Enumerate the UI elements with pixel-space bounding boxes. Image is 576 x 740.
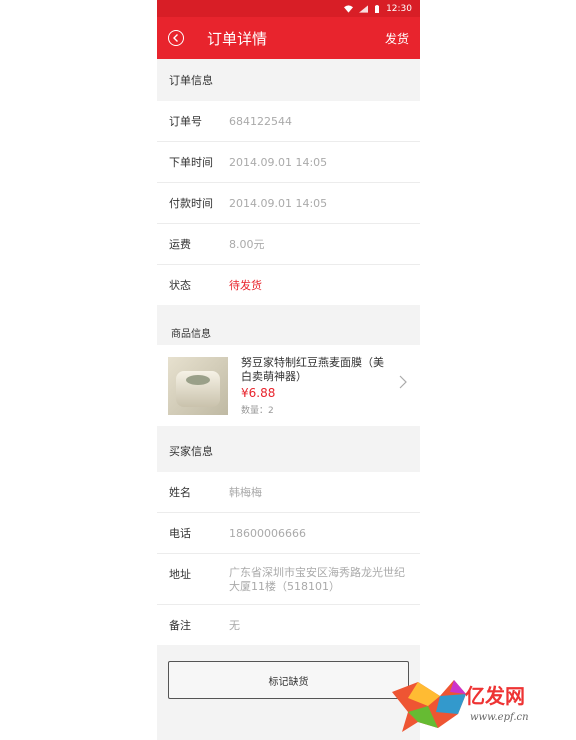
- signal-icon: [359, 4, 369, 13]
- row-label: 下单时间: [169, 156, 213, 169]
- row-label: 备注: [169, 619, 191, 632]
- buyer-row-phone: 电话 18600006666: [157, 513, 420, 554]
- row-label: 地址: [169, 568, 191, 581]
- goods-section-heading: 商品信息: [171, 329, 211, 340]
- row-value: 2014.09.01 14:05: [229, 196, 328, 210]
- row-label: 电话: [169, 527, 191, 540]
- row-value: 广东省深圳市宝安区海秀路龙光世纪大厦11楼（518101）: [229, 566, 405, 593]
- order-row-status: 状态 待发货: [157, 265, 420, 305]
- status-value: 待发货: [229, 279, 262, 292]
- row-value: 韩梅梅: [229, 486, 262, 499]
- row-value: 684122544: [229, 114, 292, 128]
- row-value: 2014.09.01 14:05: [229, 155, 328, 169]
- status-bar: 12:30: [157, 0, 420, 17]
- wifi-icon: [344, 4, 354, 13]
- status-time: 12:30: [386, 3, 412, 14]
- product-thumbnail: [168, 356, 228, 415]
- page-title: 订单详情: [207, 29, 268, 48]
- buyer-row-name: 姓名 韩梅梅: [157, 472, 420, 513]
- back-button[interactable]: [168, 30, 184, 46]
- phone-screen: 12:30 订单详情 发货 订单信息 订单号 684122544 下单时间 20…: [157, 0, 420, 740]
- row-label: 状态: [169, 279, 191, 292]
- chevron-right-icon: [399, 375, 407, 389]
- order-row-pay-time: 付款时间 2014.09.01 14:05: [157, 183, 420, 224]
- order-row-shipping-fee: 运费 8.00元: [157, 224, 420, 265]
- buyer-row-remark: 备注 无: [157, 605, 420, 645]
- product-name: 努豆家特制红豆燕麦面膜（美白卖萌神器）: [241, 355, 384, 383]
- watermark-url: www.epf.cn: [470, 712, 529, 723]
- product-price: ¥6.88: [241, 385, 276, 400]
- battery-icon: [375, 4, 380, 13]
- row-label: 运费: [169, 238, 191, 251]
- row-label: 姓名: [169, 486, 191, 499]
- chevron-left-icon: [173, 34, 178, 42]
- ship-button[interactable]: 发货: [385, 30, 409, 47]
- order-info-list: 订单号 684122544 下单时间 2014.09.01 14:05 付款时间…: [157, 101, 420, 305]
- mark-out-of-stock-button[interactable]: 标记缺货: [168, 661, 409, 699]
- top-bar: 订单详情 发货: [157, 17, 420, 59]
- order-section-heading: 订单信息: [157, 59, 420, 101]
- row-value: 18600006666: [229, 526, 306, 540]
- goods-item[interactable]: 努豆家特制红豆燕麦面膜（美白卖萌神器） ¥6.88 数量：2: [157, 345, 420, 426]
- buyer-section-heading: 买家信息: [157, 430, 420, 472]
- watermark-text: 亿发网: [465, 684, 525, 708]
- buyer-info-list: 姓名 韩梅梅 电话 18600006666 地址 广东省深圳市宝安区海秀路龙光世…: [157, 472, 420, 645]
- buyer-row-address: 地址 广东省深圳市宝安区海秀路龙光世纪大厦11楼（518101）: [157, 554, 420, 605]
- order-row-order-time: 下单时间 2014.09.01 14:05: [157, 142, 420, 183]
- order-row-number: 订单号 684122544: [157, 101, 420, 142]
- row-value: 8.00元: [229, 238, 265, 251]
- product-quantity: 数量：2: [241, 405, 274, 416]
- row-value: 无: [229, 619, 240, 632]
- row-label: 付款时间: [169, 197, 213, 210]
- row-label: 订单号: [169, 115, 202, 128]
